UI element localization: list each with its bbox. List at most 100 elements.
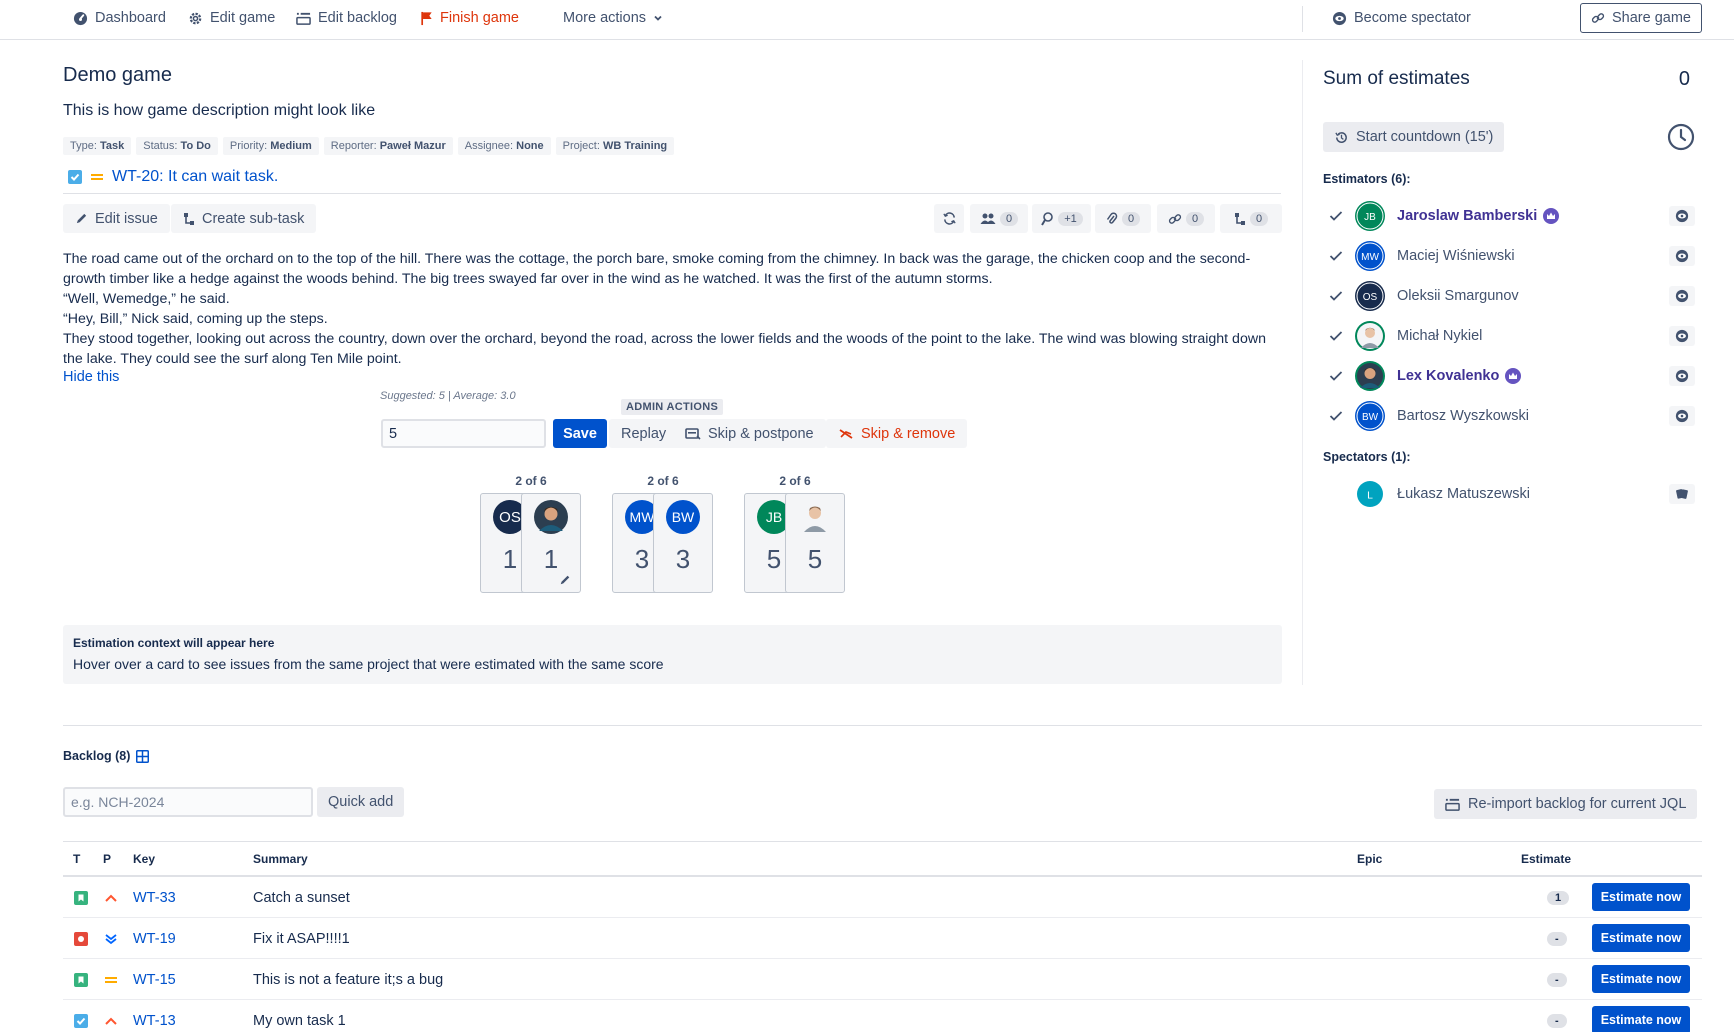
votes-stat[interactable]: +1 bbox=[1032, 204, 1091, 233]
estimation-context-panel: Estimation context will appear here Hove… bbox=[63, 625, 1282, 684]
issue-key-link[interactable]: WT-33 bbox=[133, 877, 176, 918]
quick-add-input[interactable] bbox=[63, 787, 313, 817]
task-type-icon bbox=[74, 1013, 88, 1028]
watch-toggle[interactable] bbox=[1669, 286, 1695, 306]
attachments-count: 0 bbox=[1121, 211, 1141, 226]
svg-text:L: L bbox=[1367, 490, 1373, 501]
pencil-icon[interactable] bbox=[559, 574, 571, 586]
estimate-now-button[interactable]: Estimate now bbox=[1592, 1006, 1690, 1032]
table-row: WT-33 Catch a sunset 1 Estimate now bbox=[63, 877, 1702, 918]
estimate-badge: - bbox=[1547, 972, 1567, 987]
watch-toggle[interactable] bbox=[1669, 406, 1695, 426]
reimport-backlog-button[interactable]: Re-import backlog for current JQL bbox=[1434, 789, 1698, 819]
check-icon bbox=[1329, 371, 1343, 381]
edit-game-link[interactable]: Edit game bbox=[188, 0, 275, 36]
story-icon bbox=[74, 890, 88, 905]
estimator-name: Michał Nykiel bbox=[1397, 328, 1483, 344]
estimate-now-button[interactable]: Estimate now bbox=[1592, 965, 1690, 993]
estimate-now-button[interactable]: Estimate now bbox=[1592, 883, 1690, 911]
dashboard-link[interactable]: Dashboard bbox=[73, 0, 166, 36]
replay-button[interactable]: Replay bbox=[609, 419, 679, 448]
flag-icon bbox=[421, 11, 432, 25]
attachments-stat[interactable]: 0 bbox=[1095, 204, 1151, 233]
watch-toggle[interactable] bbox=[1669, 326, 1695, 346]
subtasks-stat[interactable]: 0 bbox=[1220, 204, 1282, 233]
finish-game-label: Finish game bbox=[440, 10, 519, 26]
edit-issue-button[interactable]: Edit issue bbox=[63, 204, 170, 233]
issue-header: WT-20: It can wait task. bbox=[68, 168, 278, 186]
task-type-icon bbox=[68, 170, 82, 184]
column-type[interactable]: T bbox=[73, 852, 80, 866]
skip-remove-button[interactable]: Skip & remove bbox=[826, 419, 968, 448]
watchers-stat[interactable]: 0 bbox=[970, 204, 1028, 233]
grid-icon[interactable] bbox=[136, 749, 150, 763]
links-stat[interactable]: 0 bbox=[1157, 204, 1215, 233]
vote-value: 3 bbox=[675, 544, 691, 574]
finish-game-link[interactable]: Finish game bbox=[420, 0, 519, 36]
description-paragraph: “Hey, Bill,” Nick said, coming up the st… bbox=[63, 311, 328, 327]
avatar bbox=[1355, 361, 1385, 391]
become-spectator-button[interactable]: Become spectator bbox=[1332, 0, 1471, 36]
column-divider bbox=[1302, 60, 1303, 685]
start-countdown-button[interactable]: Start countdown (15') bbox=[1323, 122, 1505, 152]
issue-tag: Reporter: Paweł Mazur bbox=[323, 137, 453, 155]
issue-key-link[interactable]: WT-13 bbox=[133, 1000, 176, 1032]
issue-tag: Project: WB Training bbox=[555, 137, 675, 155]
issue-summary: My own task 1 bbox=[253, 1012, 346, 1029]
vote-card[interactable]: 5 bbox=[785, 493, 845, 593]
column-priority[interactable]: P bbox=[103, 852, 111, 866]
skip-postpone-button[interactable]: Skip & postpone bbox=[673, 419, 826, 448]
vote-card[interactable]: 1 bbox=[521, 493, 581, 593]
issue-key-link[interactable]: WT-19 bbox=[133, 918, 176, 959]
issue-description: The road came out of the orchard on to t… bbox=[63, 249, 1283, 369]
issue-key-link[interactable]: WT-15 bbox=[133, 959, 176, 1000]
column-summary[interactable]: Summary bbox=[253, 852, 308, 866]
more-actions-dropdown[interactable]: More actions bbox=[563, 0, 663, 36]
estimator-row: Michał Nykiel bbox=[1323, 318, 1695, 354]
column-key[interactable]: Key bbox=[133, 852, 155, 866]
watch-toggle[interactable] bbox=[1669, 246, 1695, 266]
watch-toggle[interactable] bbox=[1669, 206, 1695, 226]
check-icon bbox=[1329, 291, 1343, 301]
quick-add-button[interactable]: Quick add bbox=[317, 787, 405, 817]
edit-issue-label: Edit issue bbox=[95, 210, 158, 227]
hide-description-link[interactable]: Hide this bbox=[63, 369, 119, 385]
dashboard-label: Dashboard bbox=[95, 10, 166, 26]
skip-remove-label: Skip & remove bbox=[861, 425, 956, 442]
description-paragraph: They stood together, looking out across … bbox=[63, 331, 1266, 367]
vote-group-3: 2 of 6 MW 3 BW 3 bbox=[612, 474, 714, 593]
svg-text:BW: BW bbox=[672, 509, 695, 525]
estimator-name: Oleksii Smargunov bbox=[1397, 288, 1519, 304]
svg-text:JB: JB bbox=[766, 509, 782, 525]
issue-summary: Fix it ASAP!!!!1 bbox=[253, 930, 350, 947]
save-button[interactable]: Save bbox=[553, 419, 607, 448]
backlog-icon bbox=[296, 12, 311, 25]
watch-toggle[interactable] bbox=[1669, 366, 1695, 386]
issue-link[interactable]: WT-20: It can wait task. bbox=[112, 168, 278, 186]
vote-card[interactable]: BW 3 bbox=[653, 493, 713, 593]
column-estimate[interactable]: Estimate bbox=[1521, 852, 1571, 866]
eye-icon bbox=[1675, 249, 1689, 263]
estimator-row: JB Jaroslaw Bamberski bbox=[1323, 198, 1695, 234]
postpone-icon bbox=[685, 427, 701, 440]
game-title: Demo game bbox=[63, 64, 172, 86]
refresh-button[interactable] bbox=[934, 204, 964, 233]
svg-text:MW: MW bbox=[630, 509, 656, 525]
edit-backlog-link[interactable]: Edit backlog bbox=[296, 0, 397, 36]
top-bar: Dashboard Edit game Edit backlog Finish … bbox=[0, 0, 1734, 40]
create-subtask-button[interactable]: Create sub-task bbox=[171, 204, 317, 233]
final-estimate-input[interactable] bbox=[381, 419, 546, 448]
column-epic[interactable]: Epic bbox=[1357, 852, 1382, 866]
share-game-button[interactable]: Share game bbox=[1580, 3, 1702, 33]
share-game-label: Share game bbox=[1612, 10, 1691, 26]
become-estimator-toggle[interactable] bbox=[1669, 484, 1695, 504]
sum-of-estimates-value: 0 bbox=[1678, 68, 1690, 90]
eye-icon bbox=[1675, 369, 1689, 383]
estimate-badge: - bbox=[1547, 1013, 1567, 1028]
link-icon bbox=[1591, 13, 1605, 23]
subtasks-count: 0 bbox=[1249, 211, 1269, 226]
vote-group-1: 2 of 6 OS 1 1 bbox=[480, 474, 582, 593]
estimate-now-button[interactable]: Estimate now bbox=[1592, 924, 1690, 952]
description-paragraph: “Well, Wemedge,” he said. bbox=[63, 291, 230, 307]
game-description: This is how game description might look … bbox=[63, 102, 376, 119]
